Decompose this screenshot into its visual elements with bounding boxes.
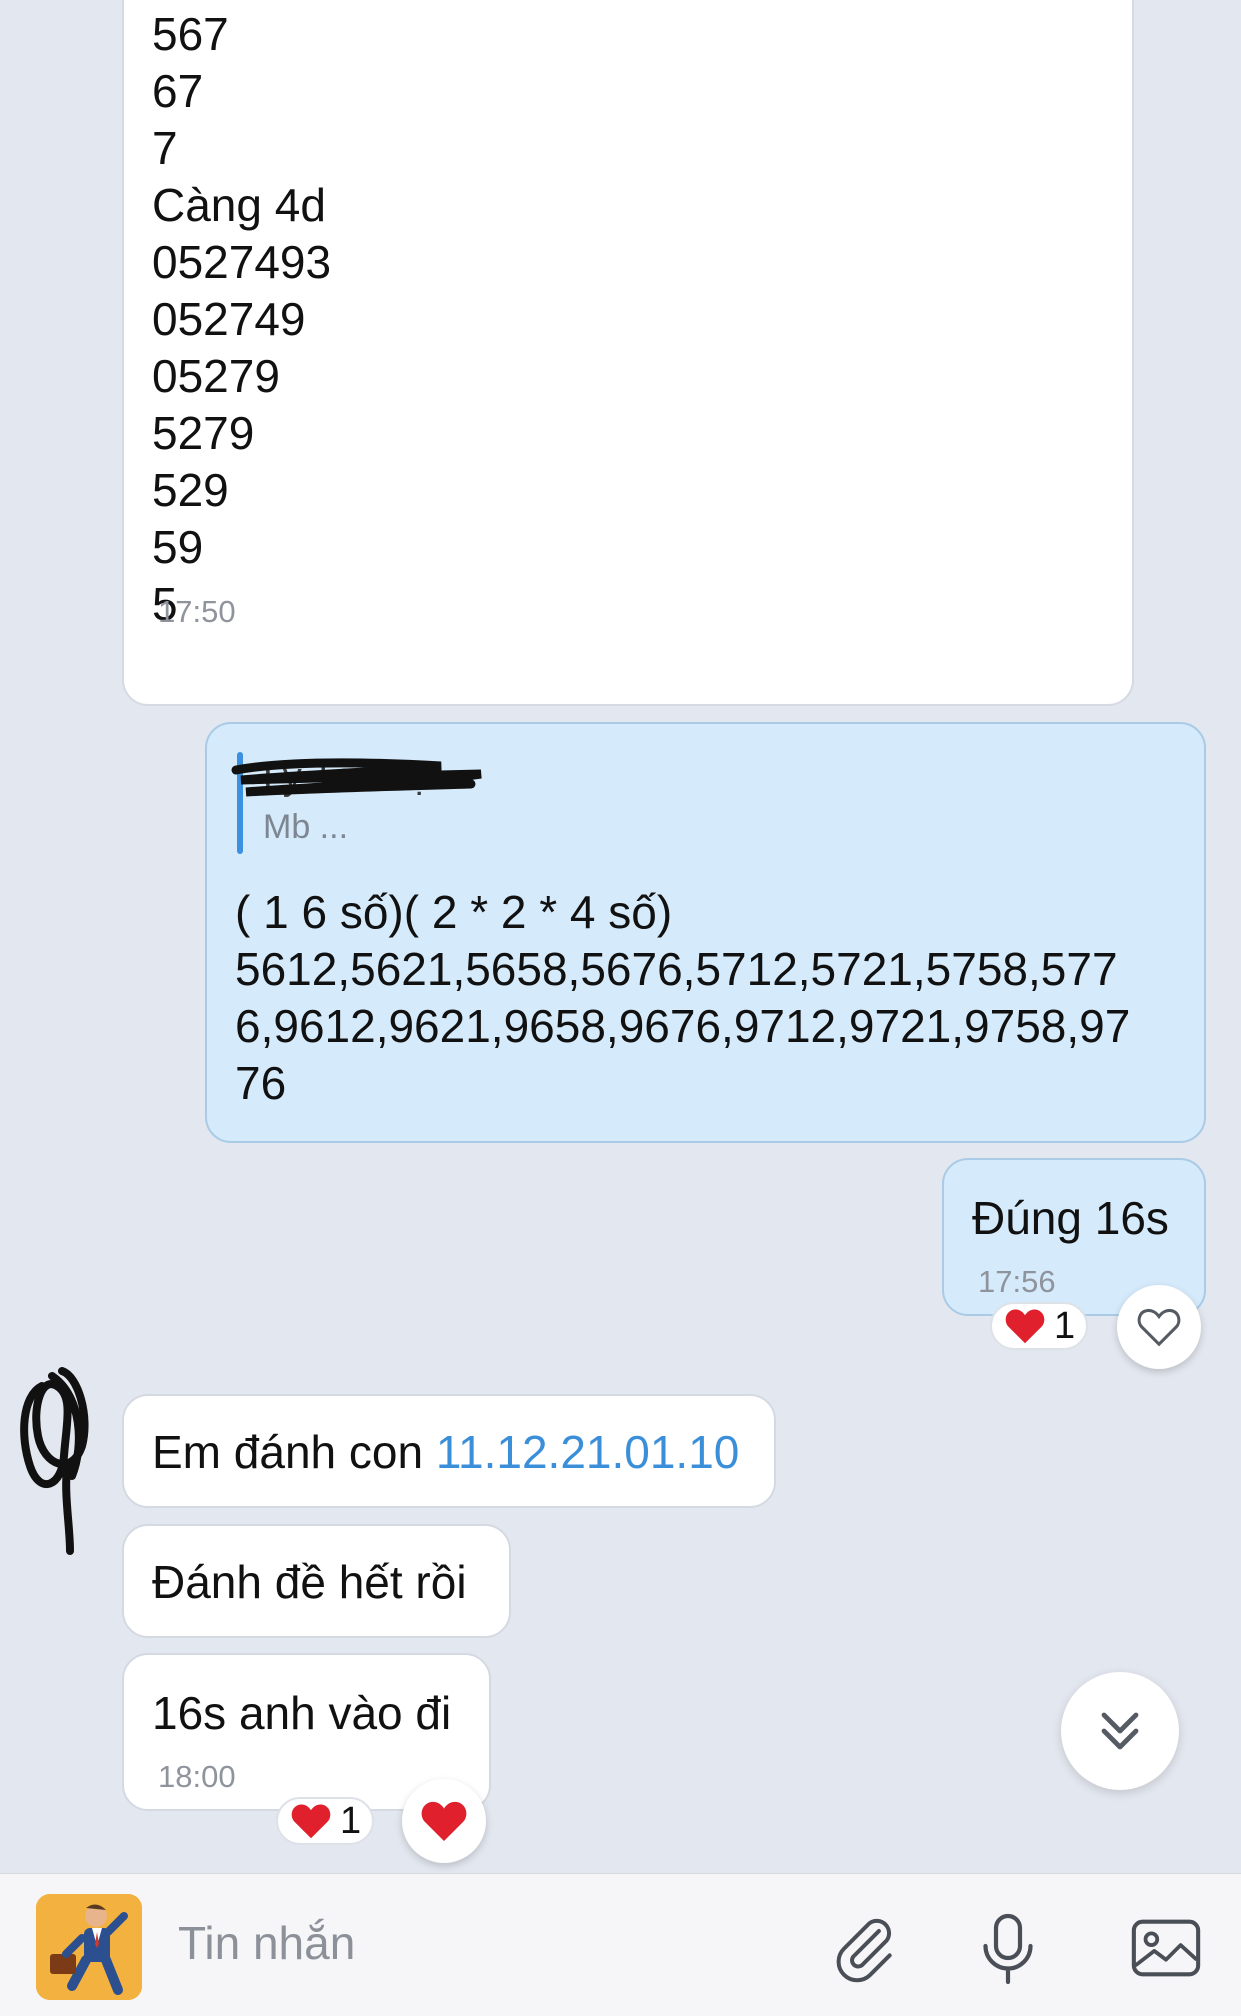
message-time: 17:56 (978, 1264, 1056, 1299)
message-bubble-incoming[interactable]: Đánh đề hết rồi (122, 1524, 511, 1638)
heart-outline-icon (1136, 1306, 1182, 1348)
heart-icon (420, 1799, 468, 1843)
message-text: ( 1 6 số)( 2 * 2 * 4 số) 5612,5621,5658,… (235, 886, 1131, 1109)
chevron-double-down-icon (1096, 1709, 1144, 1753)
reply-quote[interactable]: Ly Tấn Lợi Mb ... (231, 752, 657, 854)
message-time: 17:50 (158, 594, 236, 629)
message-input[interactable]: Tin nhắn (178, 1916, 778, 1970)
message-text: 16s anh vào đi (152, 1687, 452, 1739)
reaction-count[interactable]: 1 (990, 1302, 1088, 1350)
message-text: Đúng 16s (972, 1192, 1169, 1244)
message-bubble-outgoing[interactable]: Ly Tấn Lợi Mb ... ( 1 6 số)( 2 * 2 * 4 s… (205, 722, 1206, 1143)
avatar[interactable] (12, 1366, 98, 1556)
reaction-count-label: 1 (340, 1799, 362, 1842)
avatar[interactable] (36, 1894, 142, 2000)
composer-bar: Tin nhắn (0, 1873, 1241, 2016)
heart-icon (1004, 1307, 1046, 1345)
scroll-down-button[interactable] (1061, 1672, 1179, 1790)
message-link[interactable]: 11.12.21.01.10 (436, 1426, 740, 1478)
heart-icon (290, 1802, 332, 1840)
message-time: 18:00 (158, 1759, 236, 1794)
redaction-scribble (231, 758, 482, 797)
reaction-count[interactable]: 1 (276, 1797, 374, 1845)
message-bubble-incoming[interactable]: Em đánh con 11.12.21.01.10 (122, 1394, 776, 1508)
paperclip-icon[interactable] (828, 1910, 902, 1986)
message-text: Đánh đề hết rồi (152, 1556, 467, 1608)
image-icon[interactable] (1128, 1912, 1204, 1984)
react-button[interactable] (1117, 1285, 1201, 1369)
message-text: Em đánh con (152, 1426, 436, 1478)
react-button[interactable] (402, 1779, 486, 1863)
message-text: 567 67 7 Càng 4d 0527493 052749 05279 52… (152, 8, 332, 630)
microphone-icon[interactable] (972, 1910, 1044, 1988)
reply-snippet: Mb ... (263, 808, 349, 846)
message-bubble-incoming[interactable]: 567 67 7 Càng 4d 0527493 052749 05279 52… (122, 0, 1134, 706)
reaction-count-label: 1 (1054, 1304, 1076, 1347)
